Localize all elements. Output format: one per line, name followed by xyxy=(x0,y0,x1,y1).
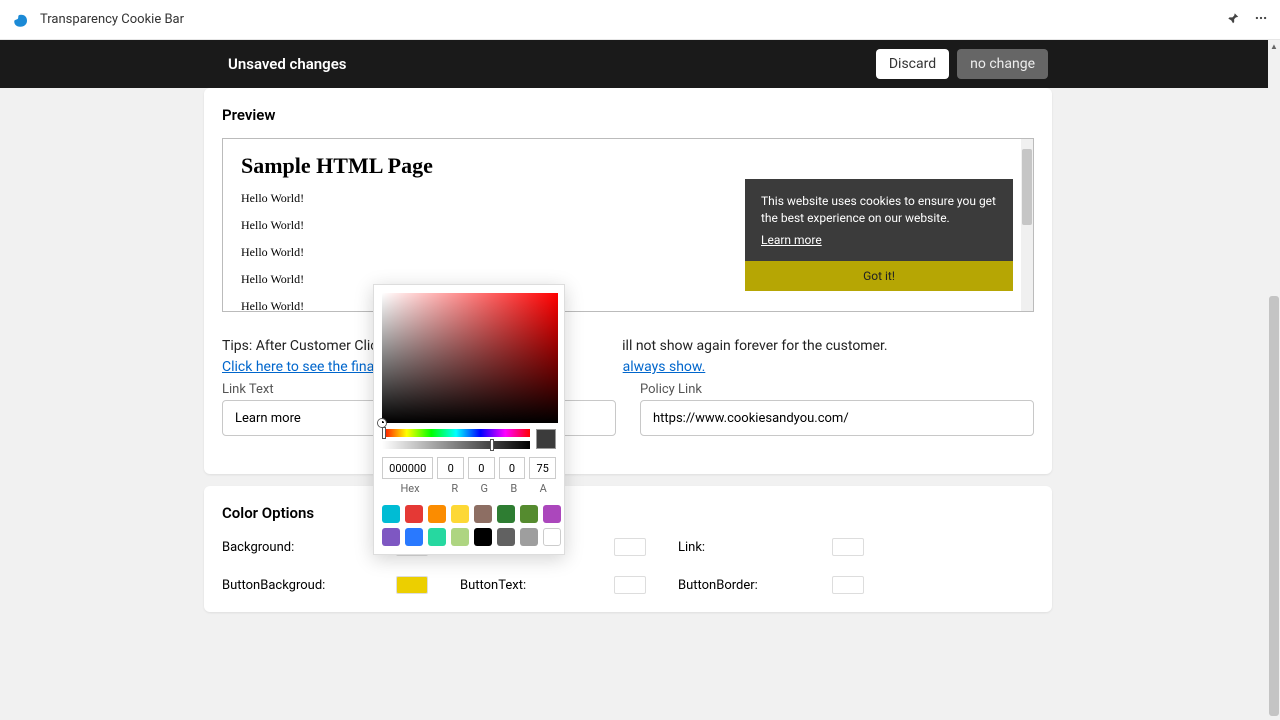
label-buttonbg: ButtonBackgroud: xyxy=(222,578,372,593)
hue-slider[interactable] xyxy=(382,429,530,437)
color-options-card: Color Options Background: Text: Link: Bu… xyxy=(204,486,1052,612)
app-title: Transparency Cookie Bar xyxy=(40,12,184,27)
preset-swatch[interactable] xyxy=(474,528,492,546)
picker-presets xyxy=(382,505,556,546)
preset-swatch[interactable] xyxy=(543,528,561,546)
preset-swatch[interactable] xyxy=(497,505,515,523)
unsaved-message: Unsaved changes xyxy=(228,55,347,73)
label-buttonborder: ButtonBorder: xyxy=(678,578,808,593)
picker-g-input[interactable] xyxy=(468,457,495,479)
picker-r-input[interactable] xyxy=(437,457,464,479)
picker-b-input[interactable] xyxy=(499,457,526,479)
preview-card: Preview Sample HTML Page Hello World! He… xyxy=(204,88,1052,474)
page-scrollbar[interactable]: ▲ xyxy=(1268,40,1280,720)
nochange-button[interactable]: no change xyxy=(957,49,1048,79)
cookie-bar-preview: This website uses cookies to ensure you … xyxy=(745,179,1013,291)
app-icon xyxy=(12,11,30,29)
more-icon[interactable] xyxy=(1254,10,1268,29)
scrollbar-thumb[interactable] xyxy=(1269,296,1279,716)
scrollbar-up-arrow[interactable]: ▲ xyxy=(1268,40,1280,52)
picker-label-a: A xyxy=(531,482,556,495)
preset-swatch[interactable] xyxy=(428,505,446,523)
swatch-link[interactable] xyxy=(832,538,864,556)
swatch-buttonbg[interactable] xyxy=(396,576,428,594)
swatch-buttonborder[interactable] xyxy=(832,576,864,594)
cookie-gotit-button[interactable]: Got it! xyxy=(745,261,1013,291)
color-options-heading: Color Options xyxy=(222,504,1034,522)
label-buttontext: ButtonText: xyxy=(460,578,590,593)
picker-label-b: B xyxy=(501,482,526,495)
preview-sample-title: Sample HTML Page xyxy=(241,153,1015,179)
preset-swatch[interactable] xyxy=(451,528,469,546)
policylink-input[interactable] xyxy=(640,400,1034,436)
tips-text: Tips: After Customer Clicked xxxxxxxxxxx… xyxy=(222,336,1034,378)
titlebar: Transparency Cookie Bar xyxy=(0,0,1280,40)
picker-label-hex: Hex xyxy=(382,482,438,495)
preset-swatch[interactable] xyxy=(474,505,492,523)
alpha-slider[interactable] xyxy=(382,441,530,449)
policylink-label: Policy Link xyxy=(640,382,1034,396)
picker-current-swatch xyxy=(536,429,556,449)
picker-label-g: G xyxy=(472,482,497,495)
discard-button[interactable]: Discard xyxy=(876,49,949,79)
picker-label-r: R xyxy=(442,482,467,495)
preview-heading: Preview xyxy=(222,106,1034,124)
preset-swatch[interactable] xyxy=(497,528,515,546)
preview-frame: Sample HTML Page Hello World! Hello Worl… xyxy=(222,138,1034,312)
label-link: Link: xyxy=(678,540,808,555)
picker-hex-input[interactable] xyxy=(382,457,433,479)
preset-swatch[interactable] xyxy=(543,505,561,523)
label-background: Background: xyxy=(222,540,372,555)
swatch-text[interactable] xyxy=(614,538,646,556)
saturation-area[interactable] xyxy=(382,293,558,423)
preview-line: Hello World! xyxy=(241,299,1015,312)
cookie-message: This website uses cookies to ensure you … xyxy=(761,194,996,225)
tips-link-2[interactable]: always show. xyxy=(623,359,706,375)
preset-swatch[interactable] xyxy=(428,528,446,546)
preview-scrollbar[interactable] xyxy=(1021,139,1033,311)
preset-swatch[interactable] xyxy=(520,505,538,523)
unsaved-changes-bar: Unsaved changes Discard no change xyxy=(0,40,1268,88)
cookie-learn-more-link[interactable]: Learn more xyxy=(761,232,822,249)
swatch-buttontext[interactable] xyxy=(614,576,646,594)
color-picker-popover[interactable]: Hex R G B A xyxy=(373,284,565,555)
preset-swatch[interactable] xyxy=(451,505,469,523)
preset-swatch[interactable] xyxy=(382,505,400,523)
preset-swatch[interactable] xyxy=(405,505,423,523)
pin-icon[interactable] xyxy=(1226,10,1240,29)
preset-swatch[interactable] xyxy=(382,528,400,546)
preset-swatch[interactable] xyxy=(405,528,423,546)
preset-swatch[interactable] xyxy=(520,528,538,546)
picker-a-input[interactable] xyxy=(529,457,556,479)
